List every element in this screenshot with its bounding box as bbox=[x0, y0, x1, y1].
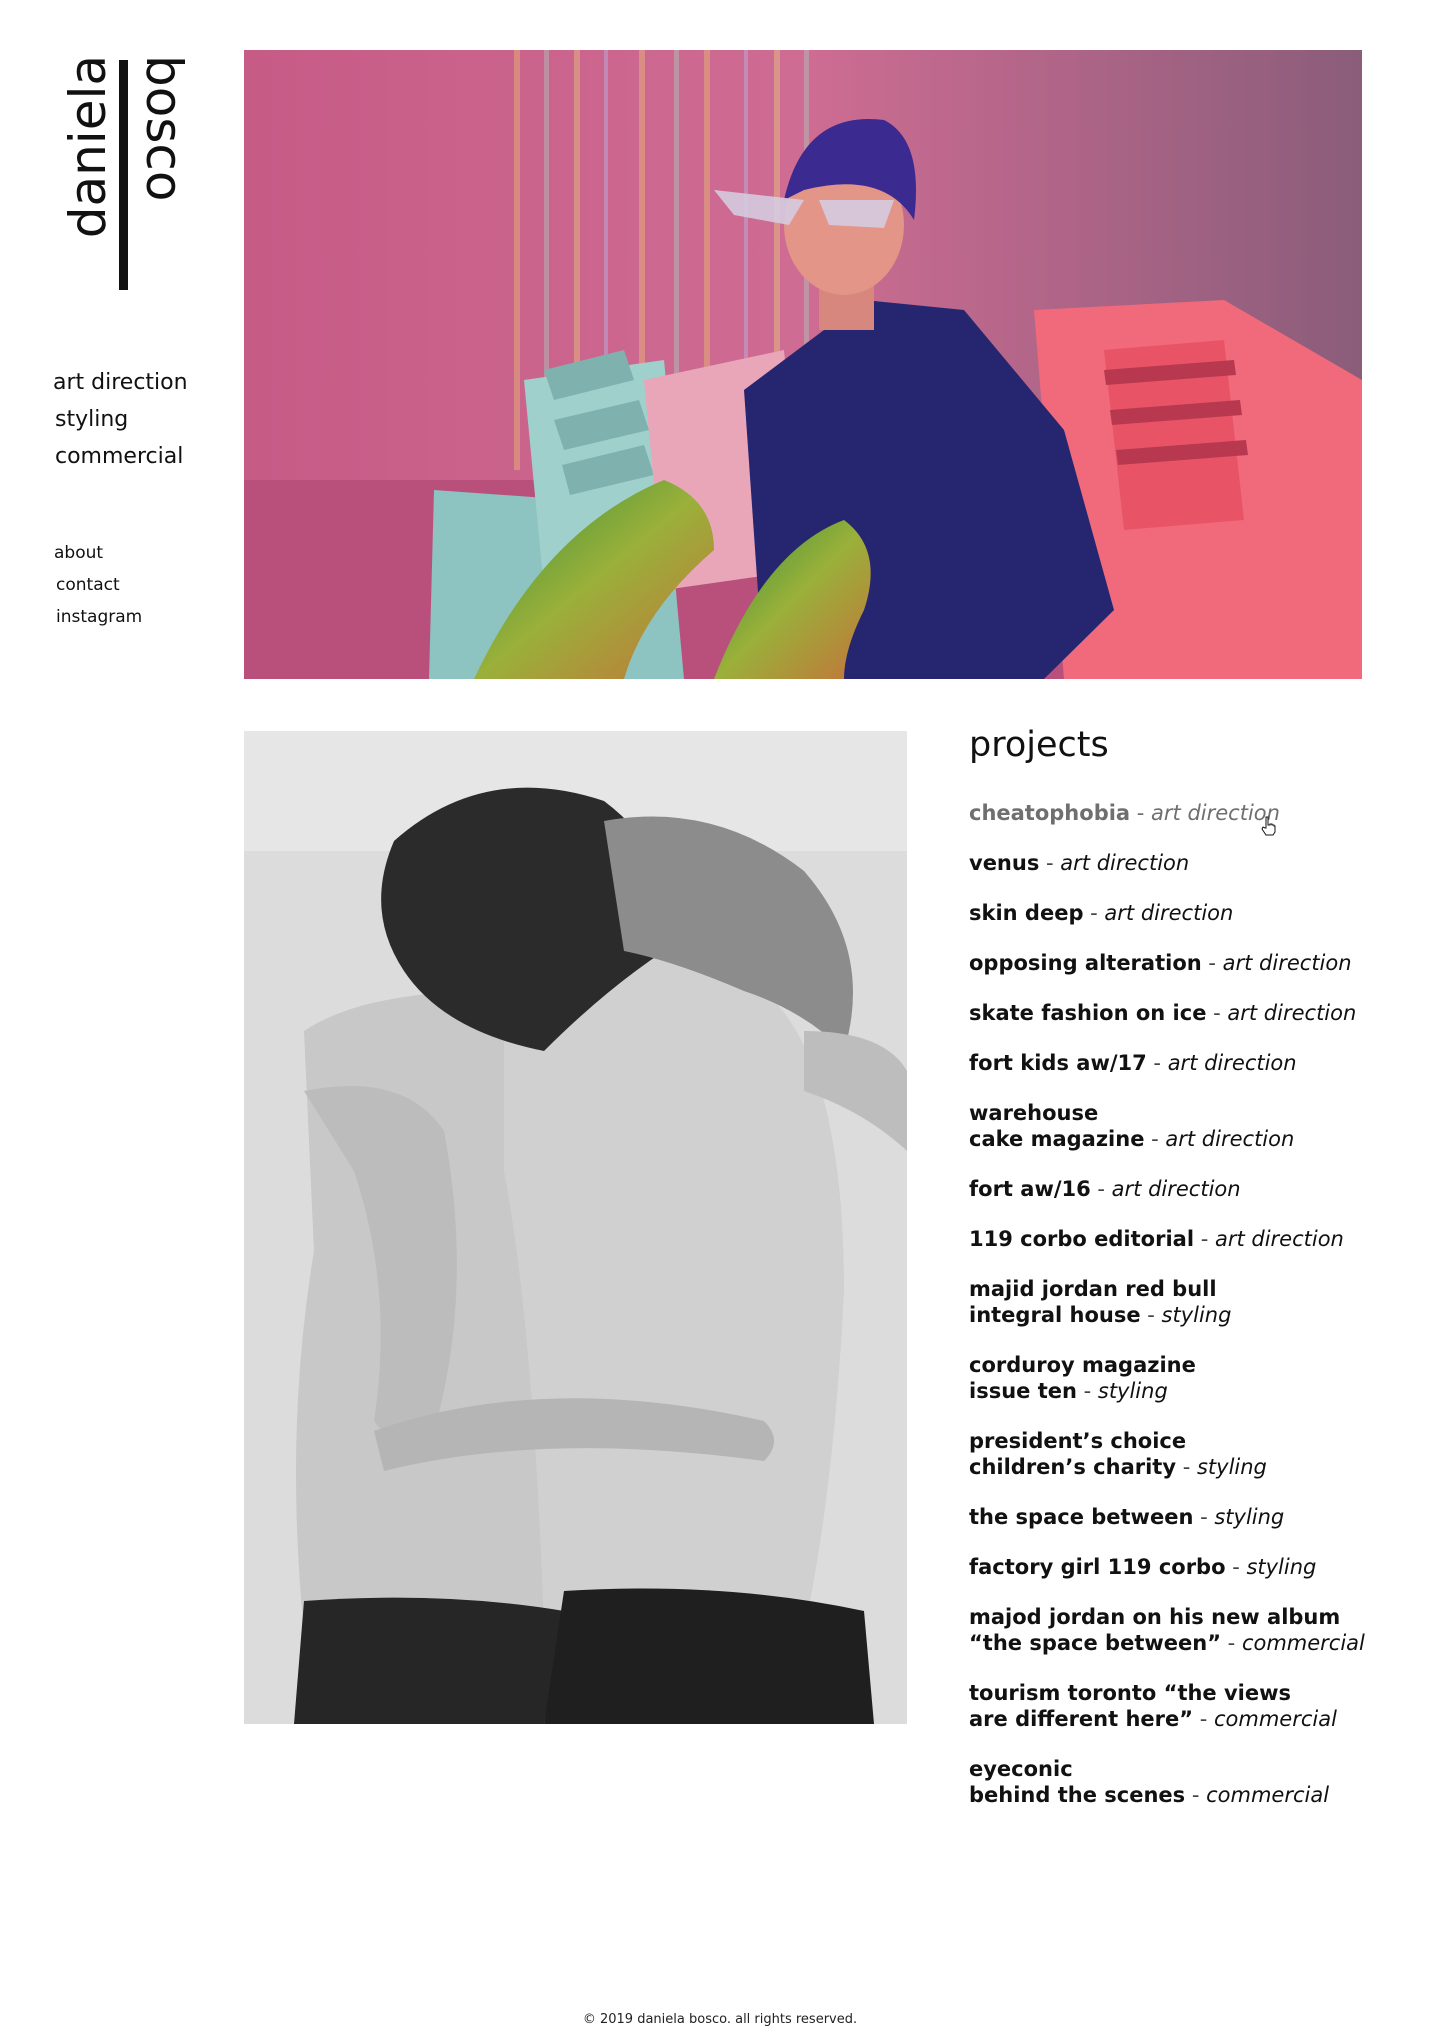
project-title: 119 corbo editorial bbox=[969, 1227, 1195, 1251]
project-category: art direction bbox=[1165, 1127, 1295, 1151]
project-separator: - bbox=[1144, 1127, 1166, 1151]
project-title: venus bbox=[969, 851, 1040, 875]
project-item[interactable]: tourism toronto “the views are different … bbox=[969, 1680, 1409, 1732]
project-item[interactable]: cheatophobia - art direction bbox=[969, 800, 1409, 826]
nav-styling[interactable]: styling bbox=[55, 401, 188, 438]
project-category: commercial bbox=[1214, 1707, 1337, 1731]
project-category: art direction bbox=[1167, 1051, 1297, 1075]
project-title: majod jordan on his new album bbox=[969, 1605, 1341, 1629]
embrace-photo[interactable] bbox=[244, 731, 907, 1724]
project-category: styling bbox=[1097, 1379, 1168, 1403]
logo-last-name: bosco bbox=[135, 55, 192, 201]
project-separator: - bbox=[1140, 1303, 1162, 1327]
project-item[interactable]: majid jordan red bull integral house - st… bbox=[969, 1276, 1409, 1328]
project-title-line2: behind the scenes bbox=[969, 1783, 1186, 1807]
project-separator: - bbox=[1206, 1001, 1228, 1025]
project-category: styling bbox=[1161, 1303, 1232, 1327]
project-separator: - bbox=[1076, 1379, 1098, 1403]
project-title: majid jordan red bull bbox=[969, 1277, 1217, 1301]
project-title: fort aw/16 bbox=[969, 1177, 1091, 1201]
project-item[interactable]: skate fashion on ice - art direction bbox=[969, 1000, 1409, 1026]
footer-copyright: © 2019 daniela bosco. all rights reserve… bbox=[582, 2012, 858, 2027]
projects-heading: projects bbox=[969, 725, 1109, 765]
nav-instagram[interactable]: instagram bbox=[56, 601, 142, 633]
project-title: skin deep bbox=[969, 901, 1084, 925]
project-title: tourism toronto “the views bbox=[969, 1681, 1292, 1705]
project-title: eyeconic bbox=[969, 1757, 1073, 1781]
project-title: the space between bbox=[969, 1505, 1194, 1529]
project-title-line2: “the space between” bbox=[969, 1631, 1221, 1655]
project-category: commercial bbox=[1241, 1631, 1365, 1655]
project-item[interactable]: fort kids aw/17 - art direction bbox=[969, 1050, 1409, 1076]
project-category: art direction bbox=[1222, 951, 1352, 975]
project-separator: - bbox=[1225, 1555, 1247, 1579]
info-nav: about contact instagram bbox=[54, 537, 142, 633]
project-title-line2: children’s charity bbox=[969, 1455, 1177, 1479]
nav-contact[interactable]: contact bbox=[56, 569, 142, 601]
project-category: styling bbox=[1214, 1505, 1285, 1529]
nav-commercial[interactable]: commercial bbox=[55, 438, 188, 475]
project-separator: - bbox=[1039, 851, 1061, 875]
project-separator: - bbox=[1201, 951, 1223, 975]
project-item[interactable]: warehouse cake magazine - art direction bbox=[969, 1100, 1409, 1152]
project-title-line2: issue ten bbox=[969, 1379, 1077, 1403]
project-item[interactable]: venus - art direction bbox=[969, 850, 1409, 876]
project-separator: - bbox=[1146, 1051, 1168, 1075]
project-category: art direction bbox=[1060, 851, 1190, 875]
project-item[interactable]: 119 corbo editorial - art direction bbox=[969, 1226, 1409, 1252]
category-nav: art direction styling commercial bbox=[53, 364, 188, 475]
project-category: art direction bbox=[1111, 1177, 1241, 1201]
project-category: art direction bbox=[1104, 901, 1234, 925]
project-title: president’s choice bbox=[969, 1429, 1187, 1453]
project-category: art direction bbox=[1227, 1001, 1357, 1025]
project-category: styling bbox=[1196, 1455, 1267, 1479]
project-separator: - bbox=[1193, 1707, 1214, 1731]
project-title: corduroy magazine bbox=[969, 1353, 1196, 1377]
project-separator: - bbox=[1185, 1783, 1207, 1807]
nav-about[interactable]: about bbox=[54, 537, 142, 569]
project-title-line2: integral house bbox=[969, 1303, 1141, 1327]
project-title: cheatophobia bbox=[969, 801, 1131, 825]
project-item[interactable]: skin deep - art direction bbox=[969, 900, 1409, 926]
project-category: art direction bbox=[1214, 1227, 1344, 1251]
project-separator: - bbox=[1130, 801, 1152, 825]
site-logo[interactable]: daniela bosco bbox=[62, 55, 192, 295]
project-separator: - bbox=[1090, 1177, 1112, 1201]
projects-list: cheatophobia - art direction venus - art … bbox=[969, 800, 1409, 1808]
footer: © 2019 daniela bosco. all rights reserve… bbox=[0, 2012, 1440, 2027]
project-title: factory girl 119 corbo bbox=[969, 1555, 1226, 1579]
logo-first-name: daniela bbox=[62, 55, 117, 238]
projects-section: projects cheatophobia - art direction ven… bbox=[969, 722, 1409, 1832]
nav-art-direction[interactable]: art direction bbox=[53, 364, 188, 401]
project-category: styling bbox=[1246, 1555, 1317, 1579]
project-item[interactable]: corduroy magazine issue ten - styling bbox=[969, 1352, 1409, 1404]
project-title: warehouse bbox=[969, 1101, 1099, 1125]
project-separator: - bbox=[1176, 1455, 1197, 1479]
project-item[interactable]: majod jordan on his new album “the space … bbox=[969, 1604, 1409, 1656]
project-item[interactable]: factory girl 119 corbo - styling bbox=[969, 1554, 1409, 1580]
project-item[interactable]: the space between - styling bbox=[969, 1504, 1409, 1530]
project-separator: - bbox=[1221, 1631, 1242, 1655]
project-title-line2: cake magazine bbox=[969, 1127, 1145, 1151]
project-title: opposing alteration bbox=[969, 951, 1202, 975]
project-separator: - bbox=[1194, 1227, 1215, 1251]
project-title-line2: are different here” bbox=[969, 1707, 1194, 1731]
project-item[interactable]: fort aw/16 - art direction bbox=[969, 1176, 1409, 1202]
hand-cursor-icon bbox=[1261, 816, 1277, 840]
hero-photo[interactable] bbox=[244, 50, 1362, 679]
project-title: fort kids aw/17 bbox=[969, 1051, 1147, 1075]
project-item[interactable]: eyeconic behind the scenes - commercial bbox=[969, 1756, 1409, 1808]
logo-bar bbox=[119, 60, 128, 290]
project-separator: - bbox=[1083, 901, 1105, 925]
project-item[interactable]: president’s choice children’s charity - s… bbox=[969, 1428, 1409, 1480]
project-separator: - bbox=[1193, 1505, 1215, 1529]
project-title: skate fashion on ice bbox=[969, 1001, 1207, 1025]
project-category: commercial bbox=[1206, 1783, 1330, 1807]
project-item[interactable]: opposing alteration - art direction bbox=[969, 950, 1409, 976]
